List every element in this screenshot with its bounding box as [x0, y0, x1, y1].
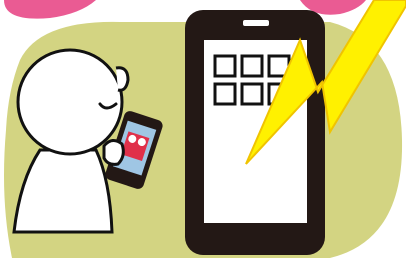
person-ear — [115, 66, 130, 92]
person-head — [16, 48, 124, 156]
large-phone-speaker — [243, 20, 269, 26]
pink-arc-left — [4, 0, 96, 19]
large-smartphone-icon — [185, 10, 325, 255]
person-hand — [102, 139, 125, 166]
smartphone-illustration — [4, 0, 406, 258]
